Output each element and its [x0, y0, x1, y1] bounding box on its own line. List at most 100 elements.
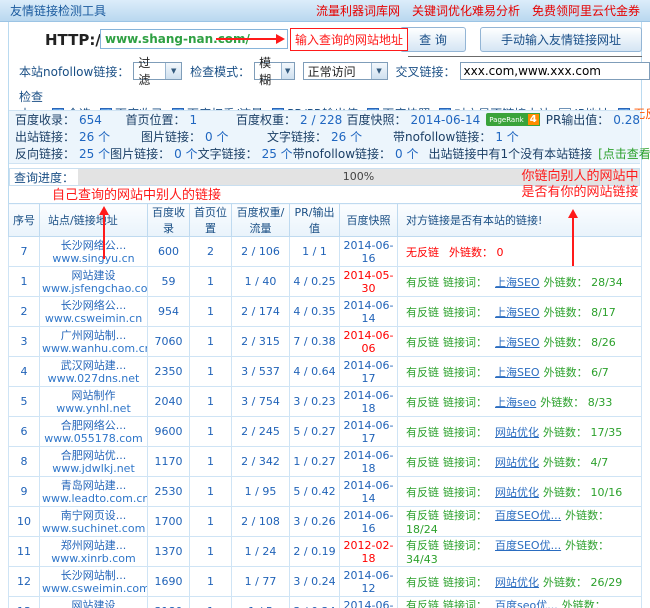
site-name-link[interactable]: 合肥网络公... — [42, 419, 145, 432]
table-row: 1 网站建设 www.jsfengchao.com 59 1 1 / 40 4 … — [9, 267, 642, 297]
keyword-link[interactable]: 百度seo优... — [495, 599, 558, 608]
site-url-link[interactable]: www.csweimin.com — [42, 582, 145, 595]
site-url-link[interactable]: www.jdwlkj.net — [42, 462, 145, 475]
keyword-link[interactable]: 网站优化 — [495, 426, 539, 439]
row-number: 10 — [9, 507, 40, 537]
backlink-result-cell: 有反链链接词：上海SEO外链数： 8/17 — [398, 297, 642, 327]
keyword-link[interactable]: 上海seo — [495, 396, 536, 409]
keyword-link[interactable]: 百度SEO优... — [495, 539, 561, 552]
row-number: 11 — [9, 537, 40, 567]
chevron-down-icon: ▼ — [165, 63, 181, 79]
pr-output-cell: 3 / 0.23 — [290, 387, 340, 417]
annotation-arrow-up-right-icon — [572, 212, 574, 266]
baidu-collect-cell: 600 — [148, 237, 190, 267]
access-select[interactable]: 正常访问 ▼ — [303, 62, 388, 80]
pr-output-cell: 5 / 0.42 — [290, 477, 340, 507]
site-cell: 郑州网站建... www.xinrb.com — [40, 537, 148, 567]
pr-output-cell: 1 / 1 — [290, 237, 340, 267]
mode-select-value: 模糊 — [259, 54, 278, 88]
table-row: 4 武汉网站建... www.027dns.net 2350 1 3 / 537… — [9, 357, 642, 387]
manual-input-button[interactable]: 手动输入友情链接网址 — [480, 27, 642, 52]
keyword-link[interactable]: 上海SEO — [495, 366, 540, 379]
stat-item: 首页位置：1 — [126, 111, 237, 128]
top-link-aliyun-coupon[interactable]: 免费领阿里云代金券 — [532, 2, 640, 19]
top-link-ciku[interactable]: 流量利器词库网 — [316, 2, 400, 19]
site-name-link[interactable]: 广州网站制... — [42, 329, 145, 342]
nofollow-select[interactable]: 过滤 ▼ — [133, 62, 182, 80]
query-button[interactable]: 查 询 — [400, 27, 466, 52]
keyword-link[interactable]: 网站优化 — [495, 456, 539, 469]
site-name-link[interactable]: 武汉网站建... — [42, 359, 145, 372]
row-number: 5 — [9, 387, 40, 417]
site-name-link[interactable]: 网站建设 — [42, 269, 145, 282]
baidu-collect-cell: 2530 — [148, 477, 190, 507]
site-name-link[interactable]: 长沙网站制... — [42, 569, 145, 582]
site-url-link[interactable]: www.csweimin.cn — [42, 312, 145, 325]
site-url-link[interactable]: www.wanhu.com.cn — [42, 342, 145, 355]
row-number: 12 — [9, 567, 40, 597]
table-header-cell: 百度快照 — [340, 204, 398, 237]
backlink-result-cell: 无反链外链数： 0 — [398, 237, 642, 267]
site-name-link[interactable]: 长沙网络公... — [42, 299, 145, 312]
stat-item: 百度权重：2 / 228 — [236, 111, 347, 128]
has-backlink-label: 有反链 — [406, 486, 439, 499]
weight-traffic-cell: 2 / 174 — [232, 297, 290, 327]
mode-select[interactable]: 模糊 ▼ — [254, 62, 295, 80]
link-word-label: 链接词： — [443, 509, 487, 522]
link-word-label: 链接词： — [443, 366, 487, 379]
pr-output-cell: 4 / 0.25 — [290, 267, 340, 297]
site-url-link[interactable]: www.suchinet.com — [42, 522, 145, 535]
table-header-cell: 站点/链接地址 — [40, 204, 148, 237]
site-url-link[interactable]: www.xinrb.com — [42, 552, 145, 565]
link-word-label: 链接词： — [443, 306, 487, 319]
stat-item: 图片链接：0 个 — [141, 128, 267, 145]
site-url-link[interactable]: www.055178.com — [42, 432, 145, 445]
site-url-link[interactable]: www.jsfengchao.com — [42, 282, 145, 295]
site-name-link[interactable]: 郑州网站建... — [42, 539, 145, 552]
site-url-link[interactable]: www.027dns.net — [42, 372, 145, 385]
progress-label: 查询进度： — [10, 169, 78, 186]
dropdown-panel-edge — [408, 56, 642, 57]
site-cell: 网站建设 www.jsfengchao.com — [40, 267, 148, 297]
weight-traffic-cell: 1 / 40 — [232, 267, 290, 297]
site-cell: 南宁网页设... www.suchinet.com — [40, 507, 148, 537]
pr-output-cell: 3 / 0.26 — [290, 507, 340, 537]
top-link-keyword-analysis[interactable]: 关键词优化难易分析 — [412, 2, 520, 19]
home-position-cell: 1 — [190, 507, 232, 537]
stats-panel: 百度收录：654首页位置：1百度权重：2 / 228百度快照：2014-06-1… — [9, 110, 640, 164]
table-row: 2 长沙网络公... www.csweimin.cn 954 1 2 / 174… — [9, 297, 642, 327]
weight-traffic-cell: 2 / 342 — [232, 447, 290, 477]
link-word-label: 链接词： — [443, 336, 487, 349]
no-backlink-label: 无反链 — [406, 246, 439, 259]
backlink-result-cell: 有反链链接词：网站优化外链数： 4/7 — [398, 447, 642, 477]
missing-link-note: 出站链接中有1个没有本站链接 — [428, 145, 592, 162]
site-name-link[interactable]: 南宁网页设... — [42, 509, 145, 522]
baidu-collect-cell: 1700 — [148, 507, 190, 537]
site-cell: 长沙网络公... www.csweimin.cn — [40, 297, 148, 327]
site-name-link[interactable]: 网站制作 — [42, 389, 145, 402]
home-position-cell: 1 — [190, 597, 232, 608]
keyword-link[interactable]: 网站优化 — [495, 576, 539, 589]
site-url-link[interactable]: www.ynhl.net — [42, 402, 145, 415]
annotation-arrow-right-icon — [216, 38, 282, 40]
table-row: 6 合肥网络公... www.055178.com 9600 1 2 / 245… — [9, 417, 642, 447]
top-bar: 友情链接检测工具 流量利器词库网 关键词优化难易分析 免费领阿里云代金券 — [0, 0, 650, 22]
has-backlink-label: 有反链 — [406, 276, 439, 289]
site-url-link[interactable]: www.leadto.com.cn — [42, 492, 145, 505]
site-name-link[interactable]: 青岛网站建... — [42, 479, 145, 492]
keyword-link[interactable]: 上海SEO — [495, 306, 540, 319]
site-name-link[interactable]: 网站建设 — [42, 599, 145, 608]
keyword-link[interactable]: 网站优化 — [495, 486, 539, 499]
keyword-link[interactable]: 百度SEO优... — [495, 509, 561, 522]
site-url-link[interactable]: www.singyu.cn — [42, 252, 145, 265]
keyword-link[interactable]: 上海SEO — [495, 336, 540, 349]
cross-link-input[interactable] — [460, 62, 650, 80]
home-position-cell: 1 — [190, 297, 232, 327]
table-row: 5 网站制作 www.ynhl.net 2040 1 3 / 754 3 / 0… — [9, 387, 642, 417]
view-detail-link[interactable]: [点击查看] — [598, 145, 650, 162]
snapshot-date-cell: 2014-06-16 — [340, 237, 398, 267]
home-position-cell: 1 — [190, 327, 232, 357]
keyword-link[interactable]: 上海SEO — [495, 276, 540, 289]
site-name-link[interactable]: 长沙网络公... — [42, 239, 145, 252]
site-name-link[interactable]: 合肥网站优... — [42, 449, 145, 462]
